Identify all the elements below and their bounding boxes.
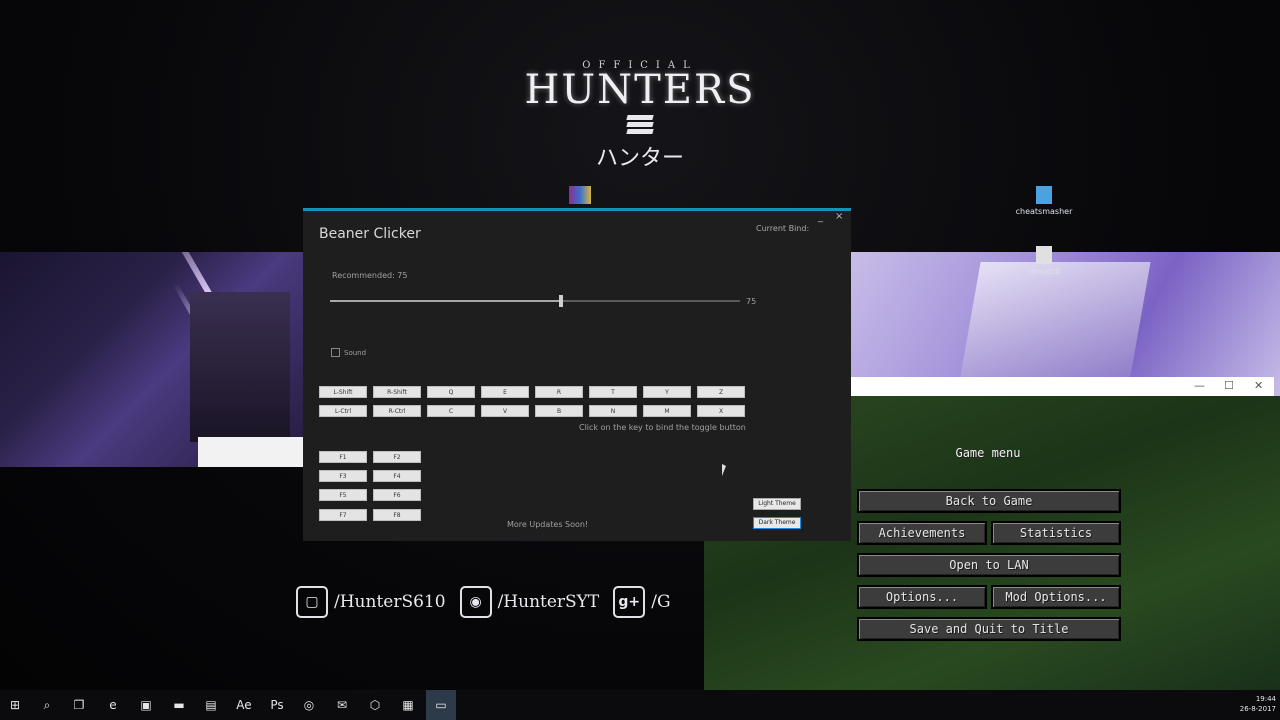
mail-icon[interactable]: ✉ [333, 696, 351, 714]
key-button[interactable]: Q [427, 386, 475, 398]
beaner-clicker-taskbar-icon[interactable]: ▭ [426, 690, 456, 720]
game-menu-title: Game menu [955, 446, 1021, 460]
key-button[interactable]: B [535, 405, 583, 417]
hunters-logo: OFFICIAL HUNTERS ハンター [520, 60, 760, 190]
mod-options-button[interactable]: Mod Options... [991, 585, 1121, 609]
minecraft-maximize-button[interactable]: ☐ [1224, 379, 1234, 392]
start-button[interactable]: ⊞ [6, 696, 24, 714]
after-effects-icon[interactable]: Ae [235, 696, 253, 714]
cps-slider-thumb[interactable] [559, 295, 564, 307]
minimize-button[interactable]: _ [818, 212, 823, 223]
social-instagram: ◉ /HunterSYT [459, 586, 600, 618]
mouse-cursor-icon [722, 464, 726, 476]
logo-title-text: HUNTERS [524, 67, 756, 113]
instagram-icon: ◉ [459, 586, 492, 618]
function-key-button[interactable]: F2 [373, 451, 421, 463]
minecraft-titlebar[interactable]: — ☐ ✕ [850, 377, 1274, 396]
function-key-button[interactable]: F8 [373, 509, 421, 521]
photoshop-icon[interactable]: Ps [268, 696, 286, 714]
function-key-button[interactable]: F5 [319, 489, 367, 501]
statistics-button[interactable]: Statistics [991, 521, 1121, 545]
bind-hint-text: Click on the key to bind the toggle butt… [579, 423, 746, 432]
key-button[interactable]: L-Ctrl [319, 405, 367, 417]
taskbar [0, 690, 1280, 720]
package-icon[interactable]: ▦ [399, 696, 417, 714]
clock-time: 19:44 [1255, 695, 1276, 703]
search-button[interactable]: ⌕ [38, 696, 56, 714]
key-button[interactable]: X [697, 405, 745, 417]
desktop-icon-label: cheatsmasher [1015, 207, 1073, 216]
recommended-label: Recommended: 75 [332, 271, 408, 280]
function-key-button[interactable]: F3 [319, 470, 367, 482]
social-handle: /HunterS610 [334, 592, 446, 612]
cps-slider-fill [330, 300, 562, 302]
window-title: Beaner Clicker [319, 226, 421, 242]
cheatsmasher-icon [1036, 186, 1052, 204]
desktop-icon-file[interactable]: cmuxtdl [1009, 246, 1079, 276]
key-button[interactable]: M [643, 405, 691, 417]
key-button[interactable]: T [589, 386, 637, 398]
file-icon [1036, 246, 1052, 264]
desktop-icon-cheatsmasher[interactable]: cheatsmasher [1009, 186, 1079, 216]
sound-checkbox[interactable]: Sound [331, 348, 366, 357]
checkbox-icon [331, 348, 340, 357]
clock-date: 26-8-2017 [1239, 705, 1276, 713]
light-theme-button[interactable]: Light Theme [753, 498, 801, 510]
store-icon[interactable]: ▤ [202, 696, 220, 714]
key-button[interactable]: L-Shift [319, 386, 367, 398]
cps-slider-value: 75 [746, 297, 757, 306]
task-view-button[interactable]: ❐ [70, 696, 88, 714]
key-button[interactable]: Y [643, 386, 691, 398]
twitch-icon: ▢ [296, 586, 328, 618]
key-button[interactable]: V [481, 405, 529, 417]
function-key-button[interactable]: F7 [319, 509, 367, 521]
key-button[interactable]: E [481, 386, 529, 398]
more-updates-text: More Updates Soon! [507, 520, 589, 529]
key-button[interactable]: N [589, 405, 637, 417]
minecraft-icon[interactable]: ▣ [137, 696, 155, 714]
save-and-quit-button[interactable]: Save and Quit to Title [857, 617, 1121, 641]
current-bind-label: Current Bind: [756, 224, 810, 233]
minecraft-minimize-button[interactable]: — [1194, 379, 1205, 392]
wallpaper-banner-left [0, 252, 304, 467]
social-handle: /G [651, 592, 671, 612]
winrar-desktop-icon[interactable] [569, 186, 591, 204]
function-key-button[interactable]: F6 [373, 489, 421, 501]
sound-label: Sound [344, 348, 367, 357]
back-to-game-button[interactable]: Back to Game [857, 489, 1121, 513]
dark-theme-button[interactable]: Dark Theme [753, 517, 801, 529]
options-button[interactable]: Options... [857, 585, 987, 609]
function-key-button[interactable]: F4 [373, 470, 421, 482]
social-handle: /HunterSYT [497, 592, 600, 612]
system-clock[interactable]: 19:44 26-8-2017 [1230, 694, 1276, 714]
logo-japanese-text: ハンター [595, 146, 684, 171]
minecraft-close-button[interactable]: ✕ [1254, 379, 1263, 392]
key-button[interactable]: R-Ctrl [373, 405, 421, 417]
achievements-button[interactable]: Achievements [857, 521, 987, 545]
open-to-lan-button[interactable]: Open to LAN [857, 553, 1121, 577]
key-button[interactable]: C [427, 405, 475, 417]
key-button[interactable]: R-Shift [373, 386, 421, 398]
function-key-button[interactable]: F1 [319, 451, 367, 463]
chrome-icon[interactable]: ◎ [300, 696, 318, 714]
edge-icon[interactable]: e [104, 696, 122, 714]
key-button[interactable]: Z [697, 386, 745, 398]
social-google-plus: g+ /G [613, 586, 671, 618]
unity-icon[interactable]: ⬡ [366, 696, 384, 714]
google-plus-icon: g+ [613, 586, 646, 618]
key-button[interactable]: R [535, 386, 583, 398]
social-twitch: ▢ /HunterS610 [296, 586, 446, 618]
social-links: ▢ /HunterS610 ◉ /HunterSYT g+ /G [296, 582, 671, 622]
file-explorer-icon[interactable]: ▬ [170, 696, 188, 714]
close-button[interactable]: × [835, 211, 843, 222]
desktop-icon-label: cmuxtdl [1027, 267, 1061, 276]
logo-mark-icon [626, 115, 654, 134]
